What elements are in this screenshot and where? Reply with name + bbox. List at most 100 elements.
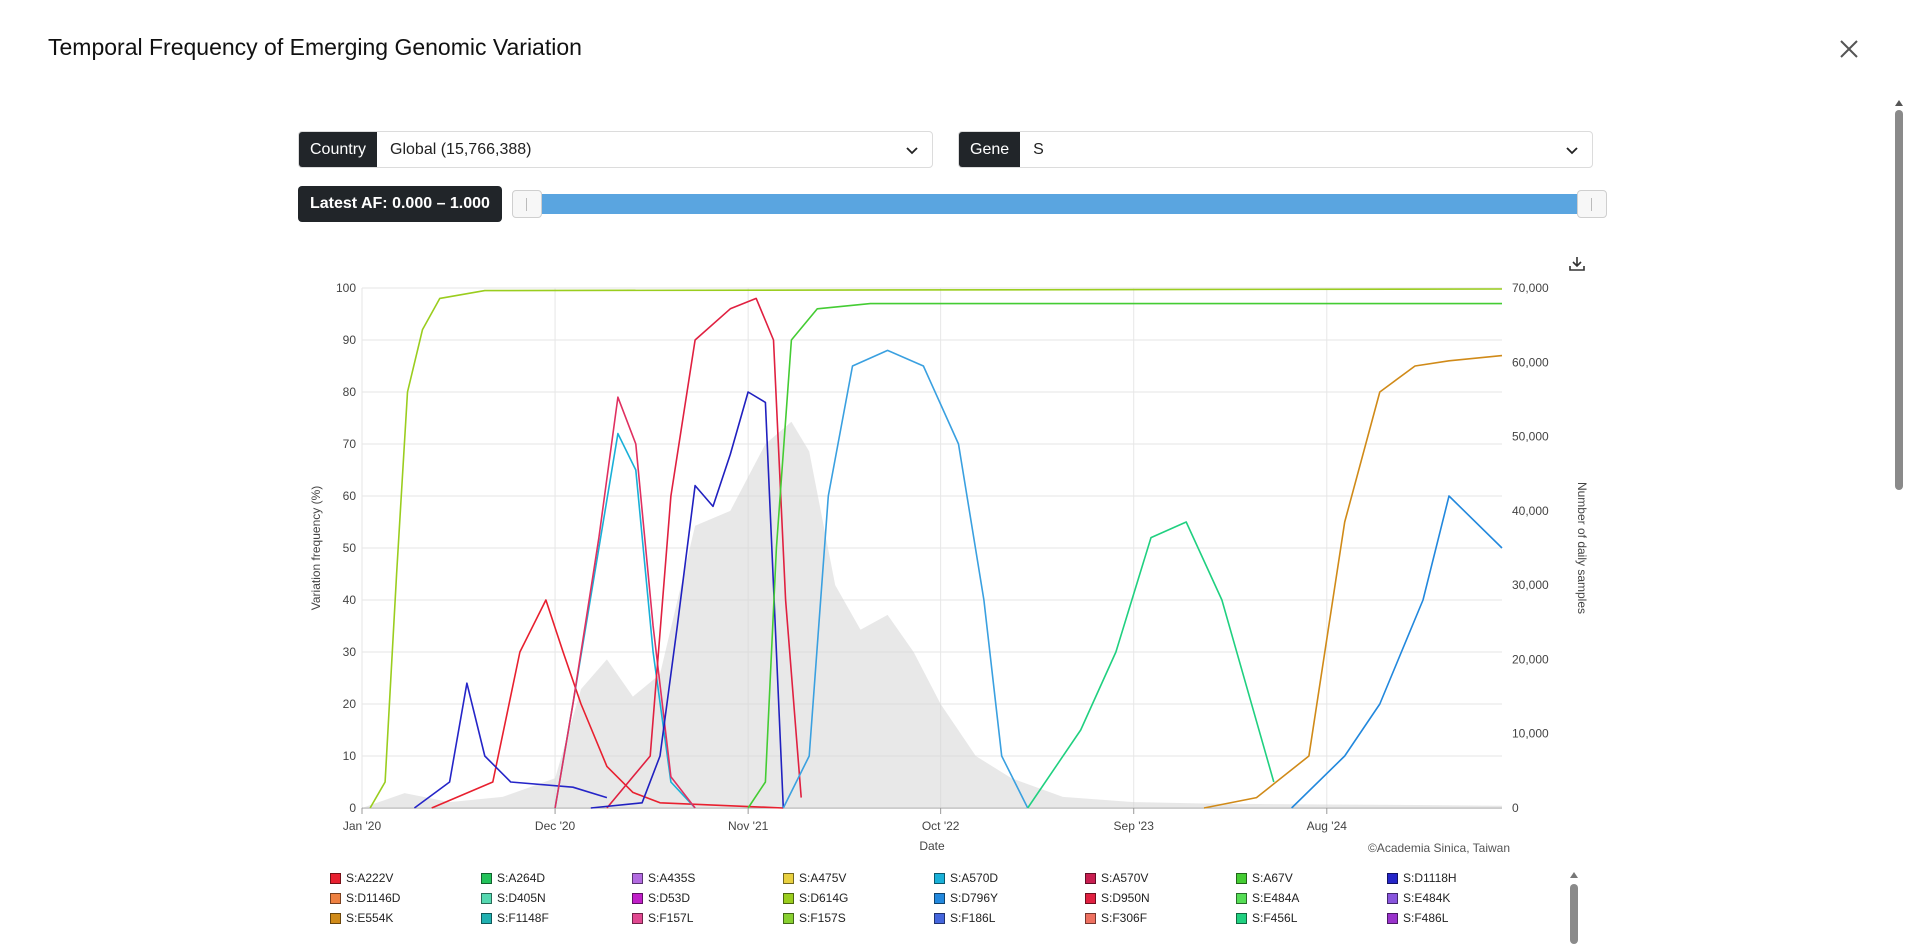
legend-item[interactable]: S:A264D (481, 870, 545, 886)
legend-label: S:D1118H (1403, 871, 1457, 885)
legend-label: S:F157L (648, 911, 694, 925)
y2-tick-label: 0 (1512, 801, 1519, 815)
legend-swatch (1236, 872, 1247, 884)
legend-swatch (481, 912, 492, 924)
legend-label: S:E554K (346, 911, 394, 925)
chevron-down-icon (892, 143, 932, 157)
legend-item[interactable]: S:F486L (1387, 910, 1448, 926)
legend-label: S:D405N (497, 891, 546, 905)
legend-swatch (632, 872, 643, 884)
legend-swatch (1085, 912, 1096, 924)
legend-item[interactable]: S:D1146D (330, 890, 400, 906)
legend-swatch (1387, 872, 1398, 884)
legend-label: S:F186L (950, 911, 996, 925)
legend-item[interactable]: S:E484K (1387, 890, 1450, 906)
y2-tick-label: 30,000 (1512, 578, 1549, 592)
af-slider-max-handle[interactable] (1577, 190, 1607, 218)
x-axis-label: Date (919, 839, 945, 853)
legend-label: S:F486L (1403, 911, 1449, 925)
legend-item[interactable]: S:F157L (632, 910, 693, 926)
x-tick-label: Dec '20 (535, 819, 576, 833)
legend-label: S:E484A (1252, 891, 1300, 905)
legend-label: S:A67V (1252, 871, 1293, 885)
af-range-label: Latest AF: 0.000 – 1.000 (298, 186, 502, 222)
legend-item[interactable]: S:A67V (1236, 870, 1293, 886)
af-slider-track[interactable] (530, 194, 1596, 214)
y-tick-label: 10 (343, 749, 357, 763)
legend-item[interactable]: S:A222V (330, 870, 393, 886)
legend-label: S:D796Y (950, 891, 999, 905)
y-tick-label: 70 (343, 437, 357, 451)
legend-swatch (783, 872, 794, 884)
gene-label: Gene (959, 132, 1021, 167)
legend-scrollbar[interactable] (1566, 870, 1582, 944)
legend-item[interactable]: S:D950N (1085, 890, 1150, 906)
legend-item[interactable]: S:F157S (783, 910, 846, 926)
legend-item[interactable]: S:F1148F (481, 910, 549, 926)
legend-item[interactable]: S:D53D (632, 890, 690, 906)
x-tick-label: Oct '22 (922, 819, 960, 833)
y-tick-label: 40 (343, 593, 357, 607)
legend-swatch (330, 892, 341, 904)
country-select[interactable]: Country Global (15,766,388) (298, 131, 933, 168)
y-axis-label: Variation frequency (%) (309, 486, 323, 611)
legend-item[interactable]: S:D405N (481, 890, 546, 906)
y2-tick-label: 20,000 (1512, 652, 1549, 666)
legend: S:A222V S:A264D S:A435S S:A475V S:A570D S:A57… (330, 870, 1530, 944)
legend-item[interactable]: S:A475V (783, 870, 846, 886)
series-line (1027, 521, 1275, 809)
y-tick-label: 60 (343, 489, 357, 503)
legend-label: S:F157S (799, 911, 846, 925)
legend-item[interactable]: S:E554K (330, 910, 393, 926)
x-tick-label: Jan '20 (343, 819, 382, 833)
legend-swatch (330, 872, 341, 884)
af-slider-min-handle[interactable] (512, 190, 542, 218)
legend-swatch (934, 912, 945, 924)
y2-tick-label: 50,000 (1512, 430, 1549, 444)
legend-label: S:A435S (648, 871, 696, 885)
legend-swatch (481, 892, 492, 904)
legend-label: S:E484K (1403, 891, 1451, 905)
legend-item[interactable]: S:D1118H (1387, 870, 1457, 886)
y-tick-label: 100 (336, 281, 356, 295)
legend-swatch (330, 912, 341, 924)
legend-label: S:A222V (346, 871, 394, 885)
legend-label: S:D950N (1101, 891, 1150, 905)
gene-select[interactable]: Gene S (958, 131, 1593, 168)
legend-item[interactable]: S:D796Y (934, 890, 998, 906)
legend-item[interactable]: S:F186L (934, 910, 995, 926)
legend-label: S:F1148F (497, 911, 549, 925)
y2-tick-label: 70,000 (1512, 281, 1549, 295)
close-icon[interactable] (1836, 36, 1862, 62)
y2-tick-label: 10,000 (1512, 727, 1549, 741)
legend-label: S:F306F (1101, 911, 1148, 925)
legend-label: S:F456L (1252, 911, 1298, 925)
credit-text: ©Academia Sinica, Taiwan (1368, 841, 1510, 855)
page-scrollbar[interactable] (1892, 100, 1906, 944)
legend-item[interactable]: S:F456L (1236, 910, 1297, 926)
legend-label: S:A570D (950, 871, 999, 885)
legend-swatch (783, 912, 794, 924)
legend-item[interactable]: S:A570D (934, 870, 998, 886)
legend-swatch (1085, 892, 1096, 904)
legend-label: S:D1146D (346, 891, 401, 905)
legend-item[interactable]: S:A435S (632, 870, 695, 886)
legend-label: S:A264D (497, 871, 546, 885)
legend-item[interactable]: S:D614G (783, 890, 848, 906)
legend-item[interactable]: S:F306F (1085, 910, 1147, 926)
y2-tick-label: 40,000 (1512, 504, 1549, 518)
legend-item[interactable]: S:A570V (1085, 870, 1148, 886)
legend-label: S:A570V (1101, 871, 1149, 885)
legend-item[interactable]: S:E484A (1236, 890, 1299, 906)
legend-swatch (1085, 872, 1096, 884)
legend-swatch (783, 892, 794, 904)
frequency-chart: 0 10 20 30 40 50 60 70 80 90 100 Jan '20 Dec '20 Nov … (309, 281, 1588, 855)
legend-label: S:D53D (648, 891, 691, 905)
legend-swatch (481, 872, 492, 884)
y-tick-label: 0 (349, 801, 356, 815)
country-value: Global (15,766,388) (390, 140, 532, 158)
legend-label: S:A475V (799, 871, 847, 885)
legend-swatch (1387, 892, 1398, 904)
gene-value: S (1033, 140, 1044, 158)
legend-label: S:D614G (799, 891, 849, 905)
